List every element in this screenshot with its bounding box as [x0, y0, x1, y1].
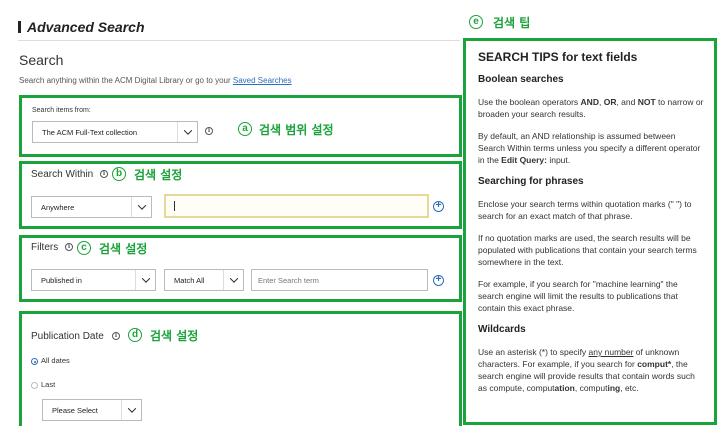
radio-last[interactable]: [31, 382, 38, 389]
within-field-value: Anywhere: [41, 202, 75, 212]
filters-field-select[interactable]: Published in: [31, 269, 156, 291]
annotation-b-marker: b: [112, 167, 126, 181]
add-filter-row-icon[interactable]: +: [433, 275, 444, 286]
filters-term-placeholder: Enter Search term: [258, 275, 319, 285]
text-caret: [174, 201, 175, 211]
filters-match-value: Match All: [174, 275, 205, 285]
page-title: Advanced Search: [18, 19, 145, 35]
within-query-input[interactable]: [164, 194, 429, 218]
tips-boolean-paragraph-1: Use the boolean operators AND, OR, and N…: [478, 97, 704, 119]
annotation-d-text: 검색 설정: [150, 329, 199, 343]
info-icon[interactable]: i: [65, 243, 73, 251]
tips-phrases-heading: Searching for phrases: [478, 176, 584, 187]
scope-label: Search items from:: [32, 107, 91, 114]
last-period-value: Please Select: [52, 405, 98, 415]
tips-phrases-paragraph-2: If no quotation marks are used, the sear…: [478, 233, 697, 267]
annotation-a-text: 검색 범위 설정: [259, 123, 334, 137]
annotation-b-text: 검색 설정: [134, 168, 183, 182]
tips-boolean-heading: Boolean searches: [478, 74, 564, 85]
scope-select-value: The ACM Full-Text collection: [42, 127, 138, 137]
tips-boolean-paragraph-2: By default, an AND relationship is assum…: [478, 131, 701, 165]
annotation-a-marker: a: [238, 122, 252, 136]
chevron-down-icon: [135, 270, 155, 290]
chevron-down-icon: [131, 197, 151, 217]
saved-searches-link[interactable]: Saved Searches: [233, 76, 292, 85]
info-icon[interactable]: i: [205, 127, 213, 135]
annotation-c-marker: c: [77, 241, 91, 255]
info-icon[interactable]: i: [112, 332, 120, 340]
within-label: Search Within: [31, 169, 94, 180]
radio-all-dates-label: All dates: [41, 356, 70, 365]
info-icon[interactable]: i: [100, 170, 108, 178]
last-period-select[interactable]: Please Select: [42, 399, 142, 421]
tips-phrases-paragraph-1: Enclose your search terms within quotati…: [478, 199, 692, 221]
page-title-text: Advanced Search: [27, 19, 145, 35]
search-intro-text: Search anything within the ACM Digital L…: [19, 76, 233, 85]
search-intro: Search anything within the ACM Digital L…: [19, 76, 292, 85]
search-heading: Search: [19, 52, 64, 68]
filters-match-select[interactable]: Match All: [164, 269, 244, 291]
filters-label: Filters: [31, 242, 59, 253]
annotation-c-text: 검색 설정: [99, 242, 148, 256]
header-divider: [18, 40, 460, 41]
radio-last-label: Last: [41, 380, 56, 389]
annotation-e-marker: e: [469, 15, 483, 29]
add-within-row-icon[interactable]: +: [433, 201, 444, 212]
pubdate-label: Publication Date: [31, 331, 104, 342]
radio-all-dates[interactable]: [31, 358, 38, 365]
title-bar-decoration: [18, 21, 21, 33]
annotation-d-marker: d: [128, 328, 142, 342]
annotation-e-text: 검색 팁: [493, 16, 531, 30]
tips-wildcards-paragraph: Use an asterisk (*) to specify any numbe…: [478, 347, 695, 393]
tips-title: SEARCH TIPS for text fields: [478, 50, 638, 64]
chevron-down-icon: [121, 400, 141, 420]
scope-select[interactable]: The ACM Full-Text collection: [32, 121, 198, 143]
filters-field-value: Published in: [41, 275, 82, 285]
tips-phrases-paragraph-3: For example, if you search for "machine …: [478, 279, 678, 313]
chevron-down-icon: [177, 122, 197, 142]
within-field-select[interactable]: Anywhere: [31, 196, 152, 218]
chevron-down-icon: [223, 270, 243, 290]
filters-term-input[interactable]: Enter Search term: [251, 269, 428, 291]
tips-wildcards-heading: Wildcards: [478, 324, 526, 335]
search-tips-panel: SEARCH TIPS for text fields Boolean sear…: [463, 38, 717, 425]
